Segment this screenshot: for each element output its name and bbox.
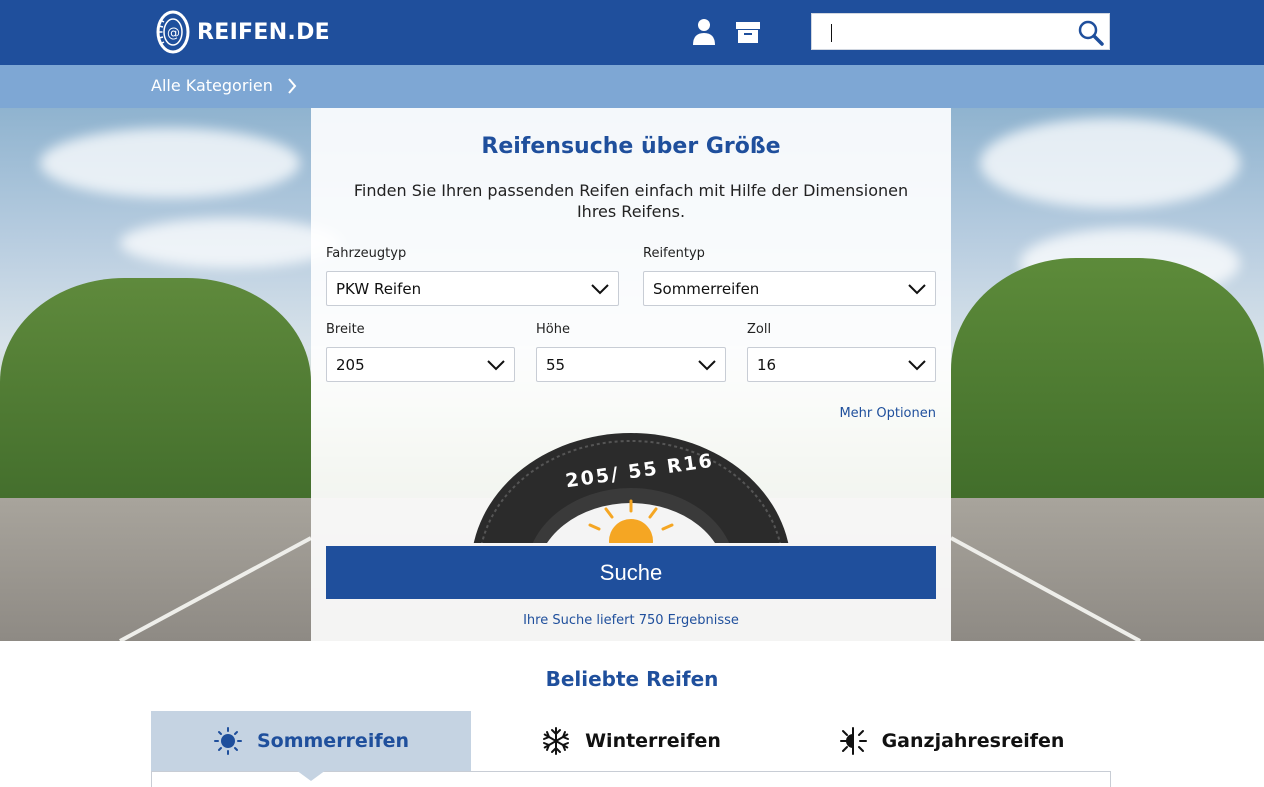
- cloud: [980, 118, 1240, 208]
- width-value: 205: [336, 356, 365, 374]
- chevron-right-icon: [288, 77, 297, 94]
- brand-logo[interactable]: @ REIFEN.DE: [155, 10, 330, 54]
- text-cursor: [831, 24, 832, 42]
- tab-winter-label: Winterreifen: [585, 730, 721, 752]
- search-button[interactable]: Suche: [326, 546, 936, 599]
- search-box: [811, 13, 1110, 50]
- vehicle-type-select[interactable]: PKW Reifen: [326, 271, 619, 306]
- search-input[interactable]: [822, 20, 1072, 44]
- snowflake-icon: [543, 727, 570, 755]
- tab-content-panel: [151, 771, 1111, 787]
- tab-all-season[interactable]: Ganzjahresreifen: [791, 711, 1111, 771]
- sun-snowflake-icon: [839, 727, 867, 755]
- all-categories-label: Alle Kategorien: [151, 76, 273, 95]
- chevron-down-icon: [487, 360, 505, 371]
- tab-all-season-label: Ganzjahresreifen: [881, 730, 1065, 752]
- chevron-down-icon: [908, 360, 926, 371]
- height-value: 55: [546, 356, 566, 374]
- chevron-down-icon: [908, 284, 926, 295]
- cloud: [120, 218, 340, 268]
- search-icon[interactable]: [1077, 19, 1105, 47]
- vehicle-type-value: PKW Reifen: [336, 280, 422, 298]
- right-trees: [951, 258, 1264, 538]
- panel-title: Reifensuche über Größe: [481, 134, 781, 159]
- svg-text:@: @: [167, 26, 180, 41]
- rim-label: Zoll: [747, 322, 772, 337]
- more-options-link[interactable]: Mehr Optionen: [839, 406, 936, 421]
- vehicle-type-label: Fahrzeugtyp: [326, 246, 407, 261]
- tab-summer-label: Sommerreifen: [256, 730, 410, 752]
- tire-type-value: Sommerreifen: [653, 280, 760, 298]
- cloud: [40, 128, 300, 198]
- top-header: @ REIFEN.DE: [0, 0, 1264, 65]
- tire-type-select[interactable]: Sommerreifen: [643, 271, 936, 306]
- brand-name: REIFEN.DE: [197, 19, 330, 45]
- tire-logo-icon: @: [156, 10, 190, 54]
- width-label: Breite: [326, 322, 365, 337]
- tire-type-label: Reifentyp: [643, 246, 705, 261]
- result-count: Ihre Suche liefert 750 Ergebnisse: [523, 613, 739, 628]
- rim-select[interactable]: 16: [747, 347, 936, 382]
- height-label: Höhe: [536, 322, 570, 337]
- height-select[interactable]: 55: [536, 347, 726, 382]
- tire-search-panel: Reifensuche über Größe Finden Sie Ihren …: [311, 108, 951, 641]
- tab-summer[interactable]: Sommerreifen: [151, 711, 471, 771]
- user-icon[interactable]: [691, 18, 717, 46]
- active-tab-pointer: [296, 770, 326, 781]
- chevron-down-icon: [698, 360, 716, 371]
- tab-winter[interactable]: Winterreifen: [471, 711, 791, 771]
- rim-value: 16: [757, 356, 777, 374]
- all-categories-link[interactable]: Alle Kategorien: [151, 76, 297, 95]
- width-select[interactable]: 205: [326, 347, 515, 382]
- sun-icon: [213, 727, 242, 755]
- chevron-down-icon: [591, 284, 609, 295]
- archive-icon[interactable]: [735, 18, 761, 46]
- popular-tires-title: Beliebte Reifen: [545, 667, 719, 691]
- panel-description: Finden Sie Ihren passenden Reifen einfac…: [353, 181, 909, 221]
- category-bar: Alle Kategorien: [0, 65, 1264, 108]
